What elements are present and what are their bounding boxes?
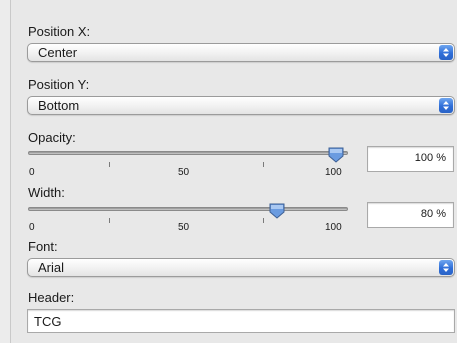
header-label: Header: bbox=[28, 290, 75, 305]
opacity-min-label: 0 bbox=[29, 167, 35, 178]
width-mid-label: 50 bbox=[178, 222, 190, 233]
width-tick bbox=[109, 218, 110, 223]
popup-arrows-icon bbox=[439, 98, 453, 113]
width-tick bbox=[263, 218, 264, 223]
width-slider-thumb[interactable] bbox=[268, 202, 286, 225]
opacity-slider-thumb[interactable] bbox=[327, 146, 345, 169]
opacity-mid-label: 50 bbox=[178, 167, 190, 178]
width-value-field[interactable]: 80 % bbox=[367, 202, 454, 228]
position-y-select[interactable]: Bottom bbox=[27, 96, 455, 115]
opacity-value-field[interactable]: 100 % bbox=[367, 146, 454, 172]
position-x-label: Position X: bbox=[28, 24, 91, 39]
width-label: Width: bbox=[28, 185, 65, 200]
header-input[interactable]: TCG bbox=[27, 309, 455, 333]
position-x-select[interactable]: Center bbox=[27, 43, 455, 62]
font-label: Font: bbox=[28, 239, 58, 254]
opacity-slider-track[interactable] bbox=[28, 151, 348, 155]
popup-arrows-icon bbox=[439, 260, 453, 275]
position-y-value: Bottom bbox=[38, 98, 80, 113]
opacity-tick bbox=[109, 162, 110, 167]
position-y-label: Position Y: bbox=[28, 77, 90, 92]
width-min-label: 0 bbox=[29, 222, 35, 233]
font-select[interactable]: Arial bbox=[27, 258, 455, 277]
position-x-value: Center bbox=[38, 45, 78, 60]
width-max-label: 100 bbox=[325, 222, 342, 233]
opacity-tick bbox=[263, 162, 264, 167]
width-slider-track[interactable] bbox=[28, 207, 348, 211]
opacity-label: Opacity: bbox=[28, 130, 76, 145]
font-value: Arial bbox=[38, 260, 65, 275]
popup-arrows-icon bbox=[439, 45, 453, 60]
